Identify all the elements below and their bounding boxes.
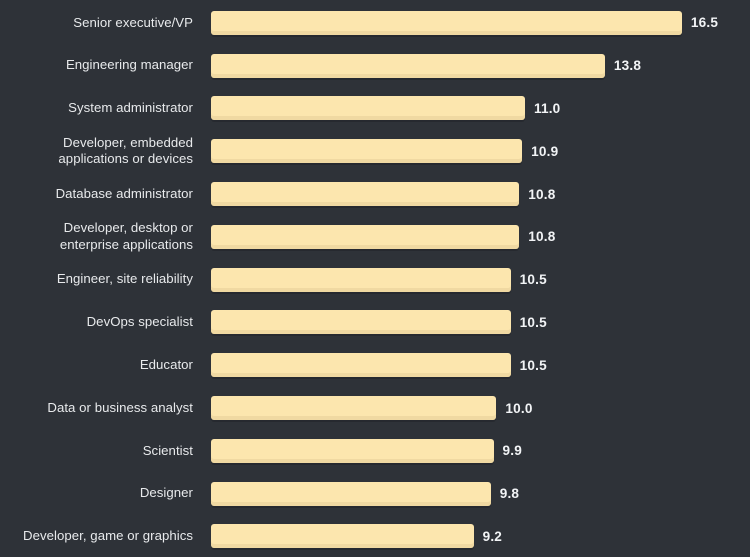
bar-row: Engineer, site reliability 10.5 xyxy=(0,258,750,301)
bar-row: Educator 10.5 xyxy=(0,344,750,387)
bar-track: 10.9 xyxy=(211,139,559,164)
bar-row: System administrator 11.0 xyxy=(0,87,750,130)
bar-value-label: 10.0 xyxy=(505,400,533,416)
category-label: Database administrator xyxy=(55,185,193,201)
bar xyxy=(211,310,511,335)
bar xyxy=(211,396,497,421)
bar-row: Designer 9.8 xyxy=(0,472,750,515)
bar xyxy=(211,10,682,35)
bar-row: Data or business analyst 10.0 xyxy=(0,387,750,430)
category-label: DevOps specialist xyxy=(86,314,193,330)
bar-track: 10.8 xyxy=(211,224,556,249)
bar-value-label: 10.5 xyxy=(519,272,547,288)
bar-value-label: 9.2 xyxy=(482,528,503,544)
bar-value-label: 11.0 xyxy=(533,100,561,116)
bar-value-label: 16.5 xyxy=(690,15,719,31)
bar-value-label: 10.9 xyxy=(531,143,559,159)
bar-track: 9.9 xyxy=(211,438,523,463)
bar xyxy=(211,353,511,378)
bar-track: 10.8 xyxy=(211,182,556,207)
bar-track: 13.8 xyxy=(211,53,642,78)
bar-value-label: 10.8 xyxy=(528,229,556,245)
bar-track: 16.5 xyxy=(211,10,719,35)
category-label: System administrator xyxy=(68,100,193,116)
bar xyxy=(211,481,491,506)
bar-value-label: 9.8 xyxy=(499,486,520,502)
bar-chart: Senior executive/VP 16.5 Engineering manag… xyxy=(0,0,750,557)
bar xyxy=(211,267,511,292)
category-label: Educator xyxy=(139,357,193,373)
bar-track: 10.5 xyxy=(211,353,547,378)
bar-row: Engineering manager 13.8 xyxy=(0,44,750,87)
category-label: Developer, embedded applications or devi… xyxy=(58,134,193,167)
bar-value-label: 10.8 xyxy=(528,186,556,202)
category-label: Engineer, site reliability xyxy=(56,271,193,287)
bar-row: Database administrator 10.8 xyxy=(0,173,750,216)
bar-track: 10.5 xyxy=(211,310,547,335)
bar xyxy=(211,438,494,463)
bar xyxy=(211,96,525,121)
category-label: Developer, game or graphics xyxy=(23,528,193,544)
bar-row: Senior executive/VP 16.5 xyxy=(0,2,750,45)
bar xyxy=(211,53,605,78)
bar-row: Developer, embedded applications or devi… xyxy=(0,130,750,173)
bar-value-label: 10.5 xyxy=(519,314,547,330)
category-label: Data or business analyst xyxy=(47,399,193,415)
bar-row: Developer, game or graphics 9.2 xyxy=(0,515,750,557)
bar-track: 9.8 xyxy=(211,481,520,506)
bar xyxy=(211,224,520,249)
bar xyxy=(211,182,520,207)
bar-row: DevOps specialist 10.5 xyxy=(0,301,750,344)
category-label: Engineering manager xyxy=(65,57,193,73)
bar-row: Scientist 9.9 xyxy=(0,430,750,473)
category-label: Scientist xyxy=(142,442,193,458)
bar-value-label: 9.9 xyxy=(502,443,523,459)
bar-value-label: 10.5 xyxy=(519,357,547,373)
bar-value-label: 13.8 xyxy=(613,58,642,74)
bar-track: 9.2 xyxy=(211,524,503,549)
bar xyxy=(211,524,474,549)
bar-track: 10.5 xyxy=(211,267,547,292)
bar-track: 10.0 xyxy=(211,396,533,421)
category-label: Designer xyxy=(139,485,193,501)
bar xyxy=(211,139,523,164)
category-label: Senior executive/VP xyxy=(73,14,193,30)
category-label: Developer, desktop or enterprise applica… xyxy=(59,220,193,252)
bar-track: 11.0 xyxy=(211,96,561,121)
bar-row: Developer, desktop or enterprise applica… xyxy=(0,216,750,259)
